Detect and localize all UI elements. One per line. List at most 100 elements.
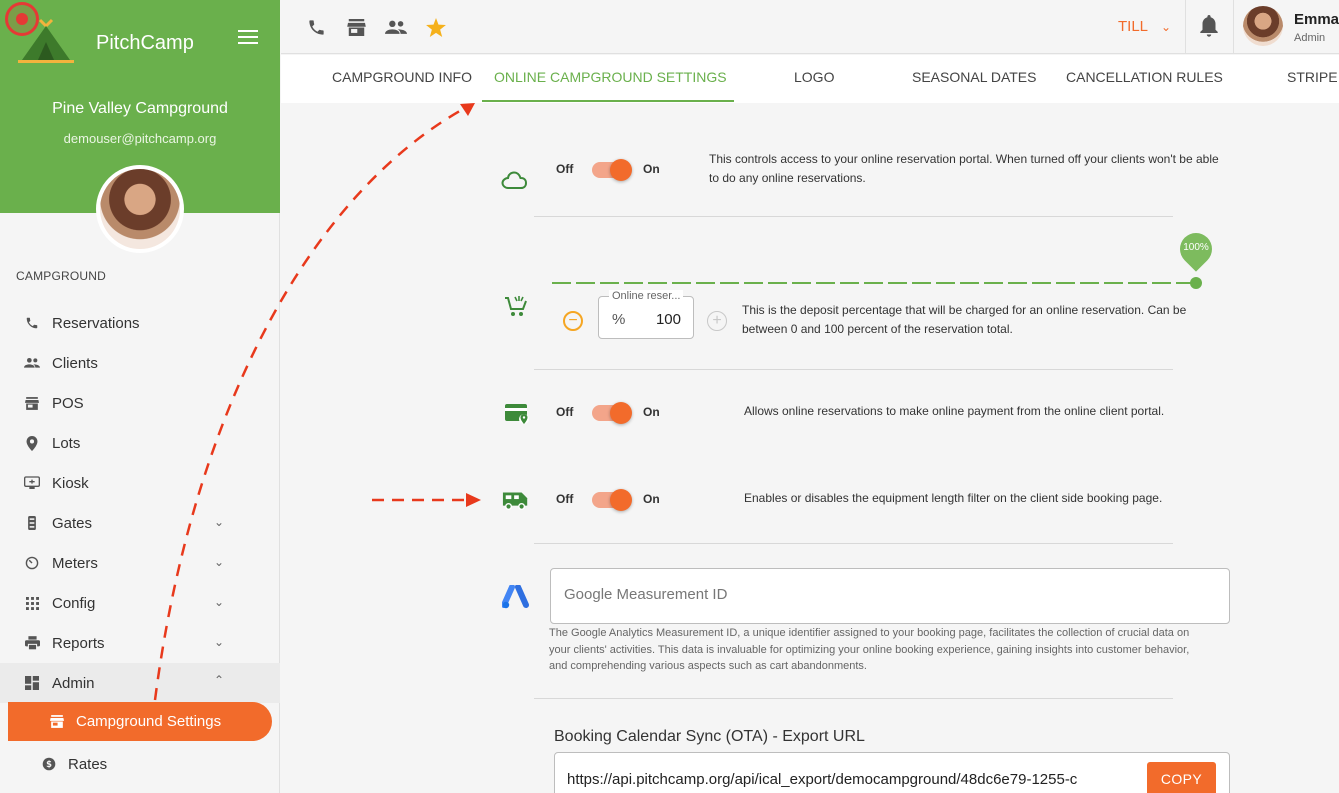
store-icon [50, 715, 64, 729]
sidebar-item-label: Gates [52, 514, 93, 532]
sidebar-item-gates[interactable]: Gates ⌄ [0, 503, 280, 543]
sidebar-item-label: Reservations [52, 314, 140, 332]
chevron-up-icon[interactable]: ⌃ [214, 673, 224, 687]
online-payment-toggle[interactable] [592, 402, 632, 424]
cart-icon [502, 293, 530, 321]
phone-icon[interactable] [305, 17, 327, 37]
sidebar-item-label: Kiosk [52, 474, 89, 492]
divider [1233, 0, 1234, 54]
sidebar-item-config[interactable]: Config ⌄ [0, 583, 280, 623]
sidebar-item-label: Rates [68, 755, 108, 773]
grid-icon [24, 595, 40, 611]
deposit-value[interactable]: 100 [656, 311, 681, 328]
sidebar: PitchCamp Pine Valley Campground demouse… [0, 0, 280, 793]
divider [534, 543, 1173, 544]
chevron-down-icon[interactable]: ⌄ [1161, 20, 1171, 34]
arrowhead-icon [460, 103, 475, 116]
divider [534, 369, 1173, 370]
tab-campground-info[interactable]: CAMPGROUND INFO [332, 69, 472, 85]
google-measurement-id-input[interactable] [564, 586, 1204, 603]
sidebar-item-label: Meters [52, 554, 98, 572]
sidebar-item-clients[interactable]: Clients [0, 343, 280, 383]
toggle-on-label: On [643, 162, 660, 176]
user-avatar[interactable] [1243, 6, 1283, 46]
toggle-off-label: Off [556, 492, 574, 506]
people-icon[interactable] [385, 17, 407, 37]
printer-icon [24, 635, 40, 651]
sidebar-item-kiosk[interactable]: Kiosk [0, 463, 280, 503]
google-analytics-icon [502, 583, 530, 611]
dashboard-icon [24, 675, 40, 691]
percent-prefix: % [612, 311, 626, 328]
chevron-down-icon[interactable]: ⌄ [214, 635, 224, 649]
copy-button[interactable]: COPY [1147, 762, 1216, 793]
sidebar-item-rates[interactable]: $ Rates [0, 744, 280, 784]
active-tab-indicator [482, 100, 734, 102]
location-pin-icon [24, 435, 40, 451]
tab-cancellation-rules[interactable]: CANCELLATION RULES [1066, 69, 1223, 85]
chevron-down-icon[interactable]: ⌄ [214, 555, 224, 569]
online-portal-toggle[interactable] [592, 159, 632, 181]
ota-export-url-field[interactable]: https://api.pitchcamp.org/api/ical_expor… [554, 752, 1230, 793]
chevron-down-icon[interactable]: ⌄ [214, 515, 224, 529]
sidebar-item-label: Campground Settings [76, 713, 222, 730]
toggle-on-label: On [643, 492, 660, 506]
bell-icon[interactable] [1199, 15, 1219, 37]
user-email: demouser@pitchcamp.org [63, 131, 217, 146]
sidebar-item-label: POS [52, 394, 84, 412]
toggle-on-label: On [643, 405, 660, 419]
sidebar-item-label: Reports [52, 634, 105, 652]
store-icon[interactable] [345, 17, 367, 37]
online-payment-description: Allows online reservations to make onlin… [744, 404, 1165, 418]
sidebar-item-pos[interactable]: POS [0, 383, 280, 423]
equipment-filter-description: Enables or disables the equipment length… [744, 491, 1163, 505]
field-label: Online reser... [609, 290, 684, 302]
sidebar-item-reservations[interactable]: Reservations [0, 303, 280, 343]
sidebar-item-campground-settings[interactable]: Campground Settings [8, 702, 272, 741]
deposit-slider-value-label: 100% [1183, 242, 1209, 253]
tab-logo[interactable]: LOGO [794, 69, 834, 85]
tab-stripe[interactable]: STRIPE [1287, 69, 1338, 85]
dollar-circle-icon: $ [42, 757, 56, 771]
star-icon[interactable] [425, 17, 447, 37]
online-portal-description: This controls access to your online rese… [709, 152, 1219, 185]
increase-button[interactable]: + [707, 311, 727, 331]
user-name[interactable]: Emma [1294, 11, 1339, 28]
divider [534, 698, 1173, 699]
sidebar-item-admin[interactable]: Admin ⌃ [0, 663, 280, 703]
rv-trailer-icon [502, 486, 530, 514]
google-measurement-help-text: The Google Analytics Measurement ID, a u… [549, 627, 1190, 672]
gate-icon [24, 515, 40, 531]
sidebar-item-reports[interactable]: Reports ⌄ [0, 623, 280, 663]
till-selector[interactable]: TILL [1118, 18, 1148, 35]
deposit-description: This is the deposit percentage that will… [742, 303, 1187, 336]
top-bar: TILL ⌄ Emma Admin [281, 0, 1339, 54]
deposit-slider-thumb[interactable] [1190, 277, 1202, 289]
sidebar-item-label: Clients [52, 354, 98, 372]
tab-online-campground-settings[interactable]: ONLINE CAMPGROUND SETTINGS [494, 69, 727, 85]
sidebar-item-label: Config [52, 594, 96, 612]
google-measurement-id-field[interactable] [550, 568, 1230, 624]
brand-name: PitchCamp [96, 32, 194, 54]
arrowhead-icon [466, 493, 481, 507]
sidebar-item-meters[interactable]: Meters ⌄ [0, 543, 280, 583]
user-role: Admin [1294, 32, 1326, 44]
toggle-off-label: Off [556, 162, 574, 176]
deposit-slider-track[interactable] [552, 282, 1196, 284]
profile-avatar[interactable] [96, 165, 184, 253]
recording-indicator-icon [5, 2, 39, 36]
decrease-button[interactable]: − [563, 311, 583, 331]
sidebar-item-lots[interactable]: Lots [0, 423, 280, 463]
equipment-length-filter-toggle[interactable] [592, 489, 632, 511]
payment-card-icon [503, 399, 531, 427]
campground-name: Pine Valley Campground [52, 100, 228, 117]
online-reservation-deposit-field[interactable]: Online reser... % 100 [598, 290, 694, 339]
store-icon [24, 395, 40, 411]
tab-seasonal-dates[interactable]: SEASONAL DATES [912, 69, 1036, 85]
hamburger-menu-icon[interactable] [238, 30, 258, 46]
toggle-off-label: Off [556, 405, 574, 419]
ota-export-url[interactable]: https://api.pitchcamp.org/api/ical_expor… [567, 771, 1139, 788]
chevron-down-icon[interactable]: ⌄ [214, 595, 224, 609]
sidebar-item-label: Lots [52, 434, 81, 452]
ota-export-title: Booking Calendar Sync (OTA) - Export URL [554, 728, 865, 745]
